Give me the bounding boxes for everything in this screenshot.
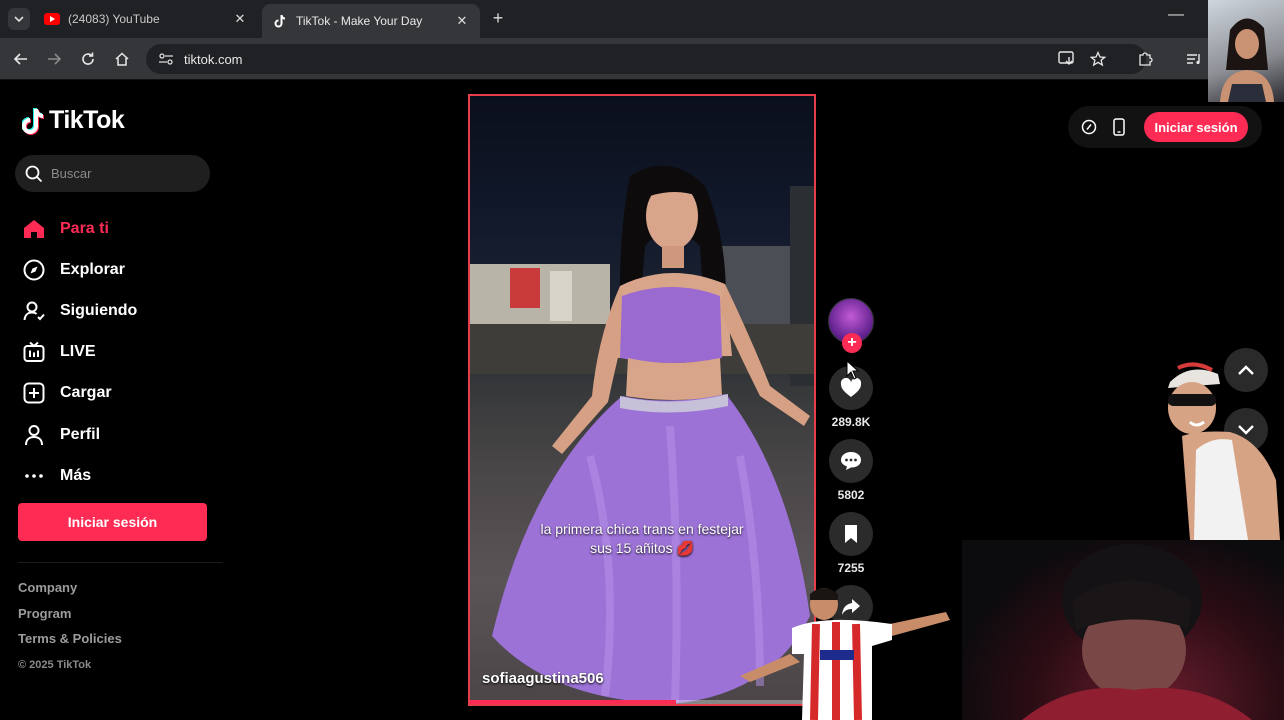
tab-search-button[interactable] <box>8 8 30 30</box>
sidebar-item-label: Explorar <box>60 260 125 278</box>
sidebar-item-label: Más <box>60 466 92 484</box>
copyright-text: © 2025 TikTok <box>18 658 92 671</box>
extensions-button[interactable] <box>1134 48 1156 70</box>
address-bar-row: tiktok.com <box>0 38 1284 80</box>
sidebar-item-label: Cargar <box>60 384 112 402</box>
coin-icon[interactable] <box>1078 116 1100 138</box>
search-icon <box>25 165 43 182</box>
tiktok-note-icon <box>22 107 44 135</box>
follow-plus-icon[interactable]: + <box>842 333 862 353</box>
sidebar-divider <box>18 562 223 563</box>
install-icon <box>1058 51 1074 65</box>
sidebar-item-explorar[interactable]: Explorar <box>22 249 137 290</box>
sidebar-item-label: Siguiendo <box>60 301 138 319</box>
more-icon <box>22 464 46 488</box>
bookmark-button[interactable] <box>1087 48 1109 70</box>
comment-icon <box>841 452 861 470</box>
mouse-cursor-icon <box>846 360 860 380</box>
footer-link-company[interactable]: Company <box>18 580 122 606</box>
search-input[interactable] <box>51 166 201 181</box>
get-app-icon[interactable] <box>1108 116 1130 138</box>
save-action: 7255 <box>826 512 876 585</box>
sidebar-item-live[interactable]: LIVE <box>22 332 137 373</box>
install-app-button[interactable] <box>1056 48 1078 70</box>
upload-icon <box>22 381 46 405</box>
browser-tab-strip: (24083) YouTube ✕ TikTok - Make Your Day… <box>0 0 1284 38</box>
bookmark-icon <box>845 525 857 543</box>
sidebar-footer: Company Program Terms & Policies © 2025 … <box>18 580 122 684</box>
streamer-corner-overlay <box>1208 0 1284 102</box>
reload-icon <box>82 52 94 65</box>
video-author[interactable]: sofiaagustina506 <box>482 670 604 687</box>
comment-action: 5802 <box>826 439 876 512</box>
tab-title: (24083) YouTube <box>68 12 160 26</box>
footer-link-terms[interactable]: Terms & Policies <box>18 631 122 657</box>
save-count: 7255 <box>837 561 865 575</box>
arrow-left-icon <box>13 53 27 65</box>
corner-portrait <box>1220 18 1274 102</box>
profile-icon <box>22 423 46 447</box>
sidebar-item-label: Perfil <box>60 425 101 443</box>
video-caption: la primera chica trans en festejar sus 1… <box>470 520 814 558</box>
compass-icon <box>22 258 46 282</box>
home-button[interactable] <box>111 48 133 70</box>
logo-text: TikTok <box>49 106 125 134</box>
puzzle-icon <box>1139 52 1153 66</box>
site-settings-icon[interactable] <box>158 52 176 66</box>
sidebar-item-perfil[interactable]: Perfil <box>22 414 137 455</box>
sticker-football-player <box>740 588 950 720</box>
url-field[interactable]: tiktok.com <box>146 44 1146 74</box>
tiktok-logo[interactable]: TikTok <box>22 106 125 135</box>
close-tab-icon[interactable]: ✕ <box>232 11 248 27</box>
like-count: 289.8K <box>831 415 871 429</box>
header-login-button[interactable]: Iniciar sesión <box>1144 112 1248 142</box>
creator-avatar[interactable]: + <box>828 298 874 353</box>
reload-button[interactable] <box>77 48 99 70</box>
sidebar-nav: Para ti Explorar Siguiendo LIVE Cargar P… <box>22 208 137 496</box>
home-icon <box>22 217 46 241</box>
following-icon <box>22 299 46 323</box>
tab-tiktok[interactable]: TikTok - Make Your Day ✕ <box>262 4 480 38</box>
sidebar-item-cargar[interactable]: Cargar <box>22 373 137 414</box>
close-tab-icon[interactable]: ✕ <box>454 13 470 29</box>
back-button[interactable] <box>10 48 32 70</box>
sidebar-login-button[interactable]: Iniciar sesión <box>18 503 207 541</box>
sidebar-item-label: LIVE <box>60 343 96 361</box>
sidebar-item-mas[interactable]: Más <box>22 455 137 496</box>
home-outline-icon <box>115 52 129 66</box>
comment-count: 5802 <box>837 488 865 502</box>
tab-youtube[interactable]: (24083) YouTube ✕ <box>34 4 258 34</box>
chevron-down-icon <box>14 16 24 23</box>
tiktok-icon <box>272 13 288 29</box>
video-progress-fill <box>470 700 677 704</box>
new-tab-button[interactable]: + <box>488 8 508 29</box>
save-button[interactable] <box>829 512 873 556</box>
forward-button[interactable] <box>43 48 65 70</box>
sticker-man-with-cap <box>1168 362 1280 540</box>
url-text: tiktok.com <box>184 51 243 67</box>
sidebar-item-siguiendo[interactable]: Siguiendo <box>22 290 137 331</box>
sidebar-item-label: Para ti <box>60 219 109 237</box>
footer-link-program[interactable]: Program <box>18 606 122 632</box>
minimize-window-button[interactable]: — <box>1168 6 1184 24</box>
search-box[interactable] <box>15 155 210 192</box>
heart-icon <box>840 378 862 397</box>
caption-line-1: la primera chica trans en festejar <box>540 521 744 537</box>
top-right-controls: Iniciar sesión <box>1068 106 1262 148</box>
webcam-feed <box>1022 544 1252 720</box>
arrow-right-icon <box>48 53 62 65</box>
reading-list-button[interactable] <box>1183 48 1205 70</box>
youtube-icon <box>44 11 60 27</box>
star-icon <box>1090 51 1106 67</box>
live-tv-icon <box>22 340 46 364</box>
comment-button[interactable] <box>829 439 873 483</box>
tab-title: TikTok - Make Your Day <box>296 14 423 28</box>
caption-line-2: sus 15 añitos 💋 <box>590 540 694 556</box>
sidebar-item-para-ti[interactable]: Para ti <box>22 208 137 249</box>
streamer-webcam-overlay <box>962 540 1284 720</box>
media-list-icon <box>1187 54 1200 65</box>
video-actions: + 289.8K 5802 7255 <box>826 298 876 629</box>
